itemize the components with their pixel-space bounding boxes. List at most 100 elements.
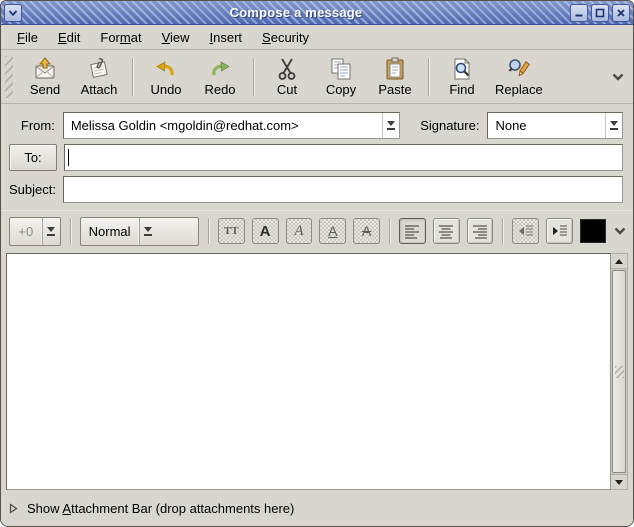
copy-button[interactable]: Copy — [314, 55, 368, 98]
unindent-icon — [518, 224, 534, 238]
chevron-down-icon — [613, 226, 627, 236]
signature-combobox[interactable]: None — [487, 112, 623, 139]
minimize-icon — [574, 8, 584, 18]
chevron-down-icon — [611, 72, 625, 82]
minimize-button[interactable] — [570, 4, 588, 22]
subject-label: Subject: — [9, 182, 55, 197]
attachment-bar-toggle[interactable]: Show Attachment Bar (drop attachments he… — [1, 490, 633, 526]
redo-icon — [208, 57, 232, 81]
to-button[interactable]: To: — [9, 144, 57, 171]
menu-edit[interactable]: Edit — [48, 26, 90, 49]
align-center-icon — [438, 224, 454, 239]
menu-insert[interactable]: Insert — [200, 26, 253, 49]
find-button[interactable]: Find — [435, 55, 489, 98]
replace-icon — [507, 57, 531, 81]
send-label: Send — [30, 82, 60, 97]
format-overflow-button[interactable] — [613, 226, 627, 236]
from-label: From: — [9, 118, 55, 133]
format-separator — [208, 218, 209, 244]
toolbar-separator — [253, 58, 254, 96]
paste-label: Paste — [378, 82, 411, 97]
send-button[interactable]: Send — [18, 55, 72, 98]
font-size-value: +0 — [10, 218, 42, 245]
align-left-icon — [404, 224, 420, 239]
attach-button[interactable]: Attach — [72, 55, 126, 98]
italic-button: A — [286, 218, 313, 244]
vertical-scrollbar[interactable] — [611, 253, 628, 490]
combo-arrow-icon — [605, 113, 622, 138]
close-button[interactable] — [612, 4, 630, 22]
paste-icon — [383, 57, 407, 81]
toolbar-drag-handle[interactable] — [5, 56, 13, 98]
subject-input[interactable] — [63, 176, 623, 203]
strikethrough-icon: A — [362, 223, 371, 239]
indent-icon — [552, 224, 568, 238]
strikethrough-button: A — [353, 218, 380, 244]
titlebar[interactable]: Compose a message — [1, 1, 633, 25]
underline-icon: A — [328, 223, 337, 239]
attach-icon — [87, 57, 111, 81]
signature-value: None — [488, 113, 605, 138]
text-caret — [68, 149, 69, 166]
unindent-button — [512, 218, 539, 244]
scrollbar-grip-icon — [615, 366, 624, 378]
to-input[interactable] — [64, 144, 623, 171]
font-size-combobox[interactable]: +0 — [9, 217, 61, 246]
undo-icon — [154, 57, 178, 81]
window-menu-button[interactable] — [4, 4, 22, 22]
italic-icon: A — [294, 223, 303, 240]
combo-arrow-icon — [139, 218, 157, 245]
align-right-button[interactable] — [467, 218, 494, 244]
close-icon — [616, 8, 626, 18]
cut-button[interactable]: Cut — [260, 55, 314, 98]
typewriter-icon: TT — [224, 225, 239, 237]
toolbar-separator — [428, 58, 429, 96]
menu-view[interactable]: View — [152, 26, 200, 49]
window-title: Compose a message — [22, 5, 570, 20]
redo-button[interactable]: Redo — [193, 55, 247, 98]
compose-window: Compose a message File Edit Format — [0, 0, 634, 527]
replace-label: Replace — [495, 82, 543, 97]
undo-button[interactable]: Undo — [139, 55, 193, 98]
send-mail-icon — [33, 57, 57, 81]
message-body-editor[interactable] — [6, 253, 611, 490]
menu-security[interactable]: Security — [252, 26, 319, 49]
chevron-down-icon — [8, 9, 18, 17]
scroll-up-button[interactable] — [611, 254, 627, 269]
copy-label: Copy — [326, 82, 356, 97]
combo-arrow-icon — [42, 218, 60, 245]
align-center-button[interactable] — [433, 218, 460, 244]
bold-icon: A — [260, 223, 271, 240]
toolbar-overflow-button[interactable] — [611, 72, 625, 82]
maximize-icon — [595, 8, 605, 18]
attachment-bar-label: Show Attachment Bar (drop attachments he… — [27, 501, 294, 516]
toolbar-separator — [132, 58, 133, 96]
redo-label: Redo — [204, 82, 235, 97]
main-toolbar: Send Attach Und — [1, 50, 633, 104]
from-combobox[interactable]: Melissa Goldin <mgoldin@redhat.com> — [63, 112, 400, 139]
undo-label: Undo — [150, 82, 181, 97]
underline-button: A — [319, 218, 346, 244]
replace-button[interactable]: Replace — [489, 55, 549, 98]
arrow-down-icon — [615, 480, 623, 485]
from-value: Melissa Goldin <mgoldin@redhat.com> — [64, 113, 382, 138]
format-separator — [502, 218, 503, 244]
align-left-button[interactable] — [399, 218, 426, 244]
paragraph-style-value: Normal — [81, 218, 139, 245]
menu-format[interactable]: Format — [90, 26, 151, 49]
typewriter-button: TT — [218, 218, 245, 244]
format-toolbar: +0 Normal TT A A A A — [1, 210, 633, 251]
paste-button[interactable]: Paste — [368, 55, 422, 98]
combo-arrow-icon — [382, 113, 399, 138]
format-separator — [70, 218, 71, 244]
scrollbar-thumb[interactable] — [612, 270, 626, 473]
paragraph-style-combobox[interactable]: Normal — [80, 217, 199, 246]
align-right-icon — [472, 224, 488, 239]
arrow-up-icon — [615, 259, 623, 264]
text-color-swatch[interactable] — [580, 219, 606, 243]
indent-button[interactable] — [546, 218, 573, 244]
scroll-down-button[interactable] — [611, 474, 627, 489]
maximize-button[interactable] — [591, 4, 609, 22]
attach-label: Attach — [81, 82, 118, 97]
menu-file[interactable]: File — [7, 26, 48, 49]
